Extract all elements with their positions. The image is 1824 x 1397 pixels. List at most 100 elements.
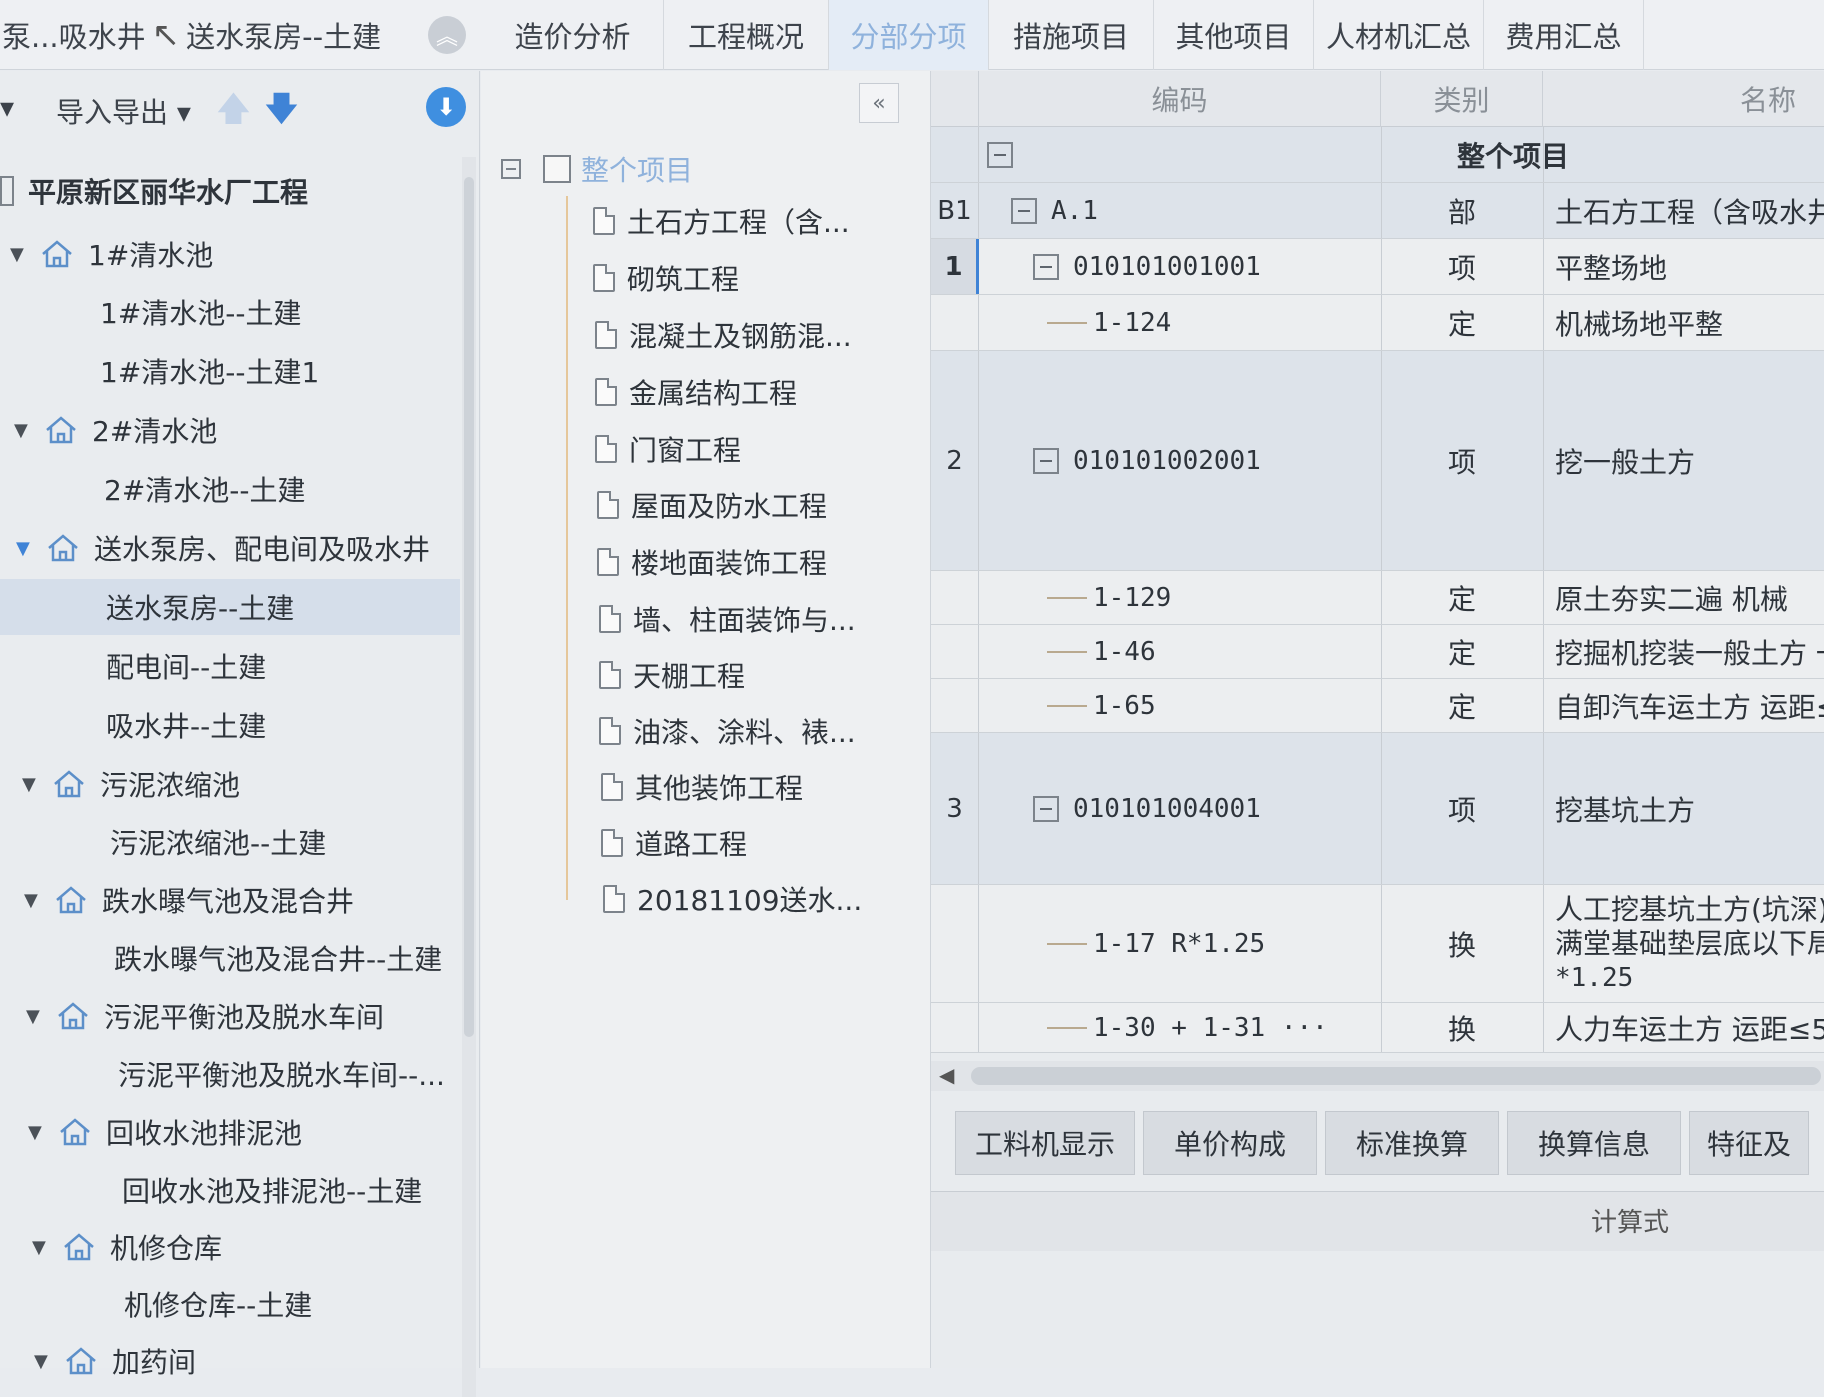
grid-row-part[interactable]: B1 A.1 部 土石方工程（含吸水井）	[931, 183, 1824, 239]
header-code[interactable]: 编码	[979, 71, 1381, 127]
tab-project-overview[interactable]: 工程概况	[664, 0, 829, 70]
tab-standard-conversion[interactable]: 标准换算	[1325, 1111, 1499, 1175]
project-root[interactable]: 平原新区丽华水厂工程	[0, 163, 460, 219]
section-custom-file[interactable]: 20181109送水...	[603, 873, 862, 925]
expand-triangle-icon[interactable]: ▼	[34, 1351, 64, 1372]
tree-node-aeration-pool[interactable]: ▼ 跌水曝气池及混合井	[24, 872, 354, 928]
tab-sub-items[interactable]: 分部分项	[829, 0, 989, 70]
grid-row-quota[interactable]: 1-124 定 机械场地平整	[931, 295, 1824, 351]
tree-node-1-clear-pool[interactable]: ▼ 1#清水池	[10, 226, 213, 282]
grid-row-quota[interactable]: 1-30 + 1-31 ··· 换 人力车运土方 运距≤50m 实	[931, 1003, 1824, 1053]
import-export-label: 导入导出	[56, 96, 169, 129]
name-cell: 挖基坑土方	[1555, 793, 1696, 827]
section-root[interactable]: 整个项目	[501, 143, 693, 195]
col-sep	[1543, 571, 1544, 624]
house-icon	[52, 769, 86, 799]
name-cell: 挖掘机挖装一般土方 一、二	[1555, 636, 1824, 670]
grid-row-quota[interactable]: 1-46 定 挖掘机挖装一般土方 一、二	[931, 625, 1824, 679]
grid-row-quota[interactable]: 1-65 定 自卸汽车运土方 运距≤1km	[931, 679, 1824, 733]
expand-triangle-icon[interactable]: ▼	[26, 1006, 56, 1027]
section-wall-column[interactable]: 墙、柱面装饰与...	[599, 593, 856, 645]
header-category[interactable]: 类别	[1381, 71, 1543, 127]
collapse-box-icon[interactable]	[1011, 197, 1037, 224]
left-scrollbar[interactable]	[462, 157, 476, 1397]
tree-node-recovery-pool-civil[interactable]: 回收水池及排泥池--土建	[122, 1162, 422, 1218]
tree-node-repair-warehouse-civil[interactable]: 机修仓库--土建	[124, 1276, 312, 1332]
tab-fee-summary[interactable]: 费用汇总	[1484, 0, 1644, 70]
tree-node-1-clear-pool-civil[interactable]: 1#清水池--土建	[100, 284, 301, 340]
collapse-box-icon[interactable]	[501, 159, 521, 179]
tab-measures[interactable]: 措施项目	[989, 0, 1154, 70]
download-icon[interactable]: ⬇	[426, 87, 466, 127]
import-export-menu[interactable]: 导入导出 ▾	[56, 91, 191, 131]
grid-scrollbar-thumb[interactable]	[971, 1067, 1821, 1085]
tab-features[interactable]: 特征及	[1689, 1111, 1809, 1175]
tree-node-sludge-thickener[interactable]: ▼ 污泥浓缩池	[22, 756, 240, 812]
expand-triangle-icon[interactable]: ▼	[32, 1237, 62, 1258]
tab-cost-analysis[interactable]: 造价分析	[482, 0, 664, 70]
tree-node-aeration-pool-civil[interactable]: 跌水曝气池及混合井--土建	[114, 930, 442, 986]
tab-other-items[interactable]: 其他项目	[1154, 0, 1314, 70]
grid-collapse[interactable]	[987, 127, 1027, 182]
tree-node-2-clear-pool[interactable]: ▼ 2#清水池	[14, 402, 217, 458]
collapse-box-icon[interactable]	[1033, 253, 1059, 280]
grid-row-root[interactable]: 整个项目	[931, 127, 1824, 183]
header-name[interactable]: 名称	[1543, 71, 1824, 127]
grid-row-quota[interactable]: 1-17 R*1.25 换 人工挖基坑土方(坑深) 一、 满堂基础垫层底以下局部…	[931, 885, 1824, 1003]
section-earthwork[interactable]: 土石方工程（含...	[593, 195, 850, 247]
grid-row-item[interactable]: 3 010101004001 项 挖基坑土方	[931, 733, 1824, 885]
tree-node-sludge-thickener-civil[interactable]: 污泥浓缩池--土建	[110, 814, 326, 870]
tree-node-pump-house-civil[interactable]: 送水泵房--土建	[0, 579, 460, 635]
breadcrumb-current[interactable]: 送水泵房--土建	[186, 14, 381, 56]
collapse-left-icon[interactable]: «	[859, 83, 899, 123]
dropdown-caret-icon[interactable]: ▾	[0, 91, 14, 124]
tab-unit-price-composition[interactable]: 单价构成	[1143, 1111, 1317, 1175]
expand-triangle-icon[interactable]: ▼	[16, 538, 46, 559]
tree-node-2-clear-pool-civil[interactable]: 2#清水池--土建	[104, 461, 305, 517]
tree-node-power-room-civil[interactable]: 配电间--土建	[106, 638, 266, 694]
collapse-box-icon[interactable]	[1033, 447, 1059, 474]
tab-conversion-info[interactable]: 换算信息	[1507, 1111, 1681, 1175]
expand-triangle-icon[interactable]: ▼	[24, 890, 54, 911]
section-paint[interactable]: 油漆、涂料、裱...	[599, 705, 856, 757]
collapse-box-icon[interactable]	[1033, 795, 1059, 822]
col-sep	[1543, 625, 1544, 678]
tree-branch-line	[1047, 1026, 1087, 1029]
section-road[interactable]: 道路工程	[601, 817, 747, 869]
section-metal-structure[interactable]: 金属结构工程	[595, 366, 797, 418]
tree-node-1-clear-pool-civil-1[interactable]: 1#清水池--土建1	[100, 343, 319, 399]
left-scrollbar-thumb[interactable]	[464, 177, 474, 1037]
grid-horizontal-scrollbar[interactable]: ◀	[931, 1061, 1824, 1091]
grid-row-item[interactable]: 1 010101001001 项 平整场地	[931, 239, 1824, 295]
tab-labor-material-display[interactable]: 工料机显示	[955, 1111, 1135, 1175]
expand-triangle-icon[interactable]: ▼	[10, 244, 40, 265]
expand-triangle-icon[interactable]: ▼	[14, 420, 44, 441]
section-other-finishing[interactable]: 其他装饰工程	[601, 761, 803, 813]
tree-node-pump-house-group[interactable]: ▼ 送水泵房、配电间及吸水井	[16, 520, 430, 576]
tree-node-repair-warehouse[interactable]: ▼ 机修仓库	[32, 1219, 222, 1275]
section-doors-windows[interactable]: 门窗工程	[595, 423, 741, 475]
tree-node-sludge-balance[interactable]: ▼ 污泥平衡池及脱水车间	[26, 988, 384, 1044]
expand-triangle-icon[interactable]: ▼	[22, 774, 52, 795]
tree-node-sludge-balance-civil[interactable]: 污泥平衡池及脱水车间--...	[118, 1046, 445, 1102]
move-down-icon[interactable]: 🡇	[264, 85, 299, 142]
section-ceiling[interactable]: 天棚工程	[599, 649, 745, 701]
tree-node-dosing-room[interactable]: ▼ 加药间	[34, 1333, 196, 1389]
tab-labor-material-summary[interactable]: 人材机汇总	[1314, 0, 1484, 70]
section-concrete[interactable]: 混凝土及钢筋混...	[595, 309, 852, 361]
tree-node-recovery-pool[interactable]: ▼ 回收水池排泥池	[28, 1104, 302, 1160]
section-floor-finishing[interactable]: 楼地面装饰工程	[597, 536, 827, 588]
breadcrumb-parent[interactable]: 泵...吸水井	[2, 14, 146, 56]
grid-row-item[interactable]: 2 010101002001 项 挖一般土方	[931, 351, 1824, 571]
grid-row-quota[interactable]: 1-129 定 原土夯实二遍 机械	[931, 571, 1824, 625]
code-cell: 010101004001	[1033, 733, 1261, 884]
section-masonry[interactable]: 砌筑工程	[593, 252, 739, 304]
expand-triangle-icon[interactable]: ▼	[28, 1122, 58, 1143]
tree-node-suction-well-civil[interactable]: 吸水井--土建	[106, 697, 266, 753]
collapse-up-icon[interactable]: ︽	[428, 16, 466, 54]
move-up-icon[interactable]: 🡅	[216, 85, 251, 142]
collapse-box-icon[interactable]	[987, 141, 1013, 168]
scroll-left-icon[interactable]: ◀	[939, 1063, 954, 1087]
section-roof-waterproof[interactable]: 屋面及防水工程	[597, 479, 827, 531]
row-number	[931, 1003, 979, 1052]
